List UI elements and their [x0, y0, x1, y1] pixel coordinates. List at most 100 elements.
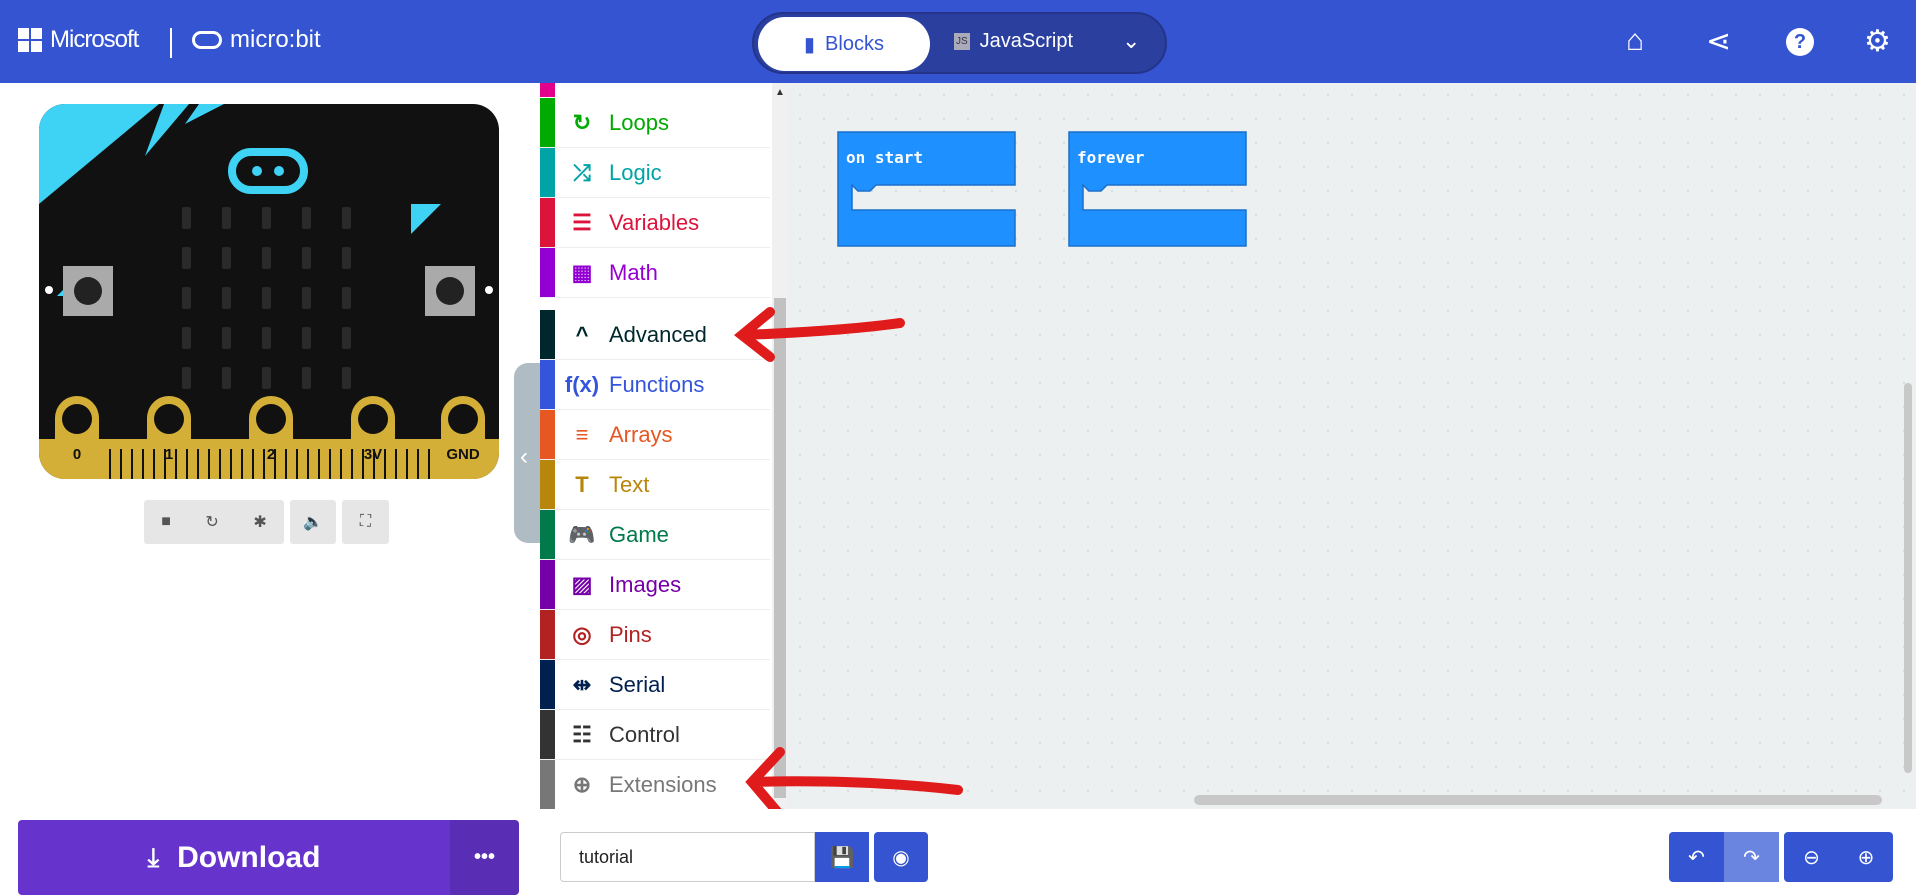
toolbox-category-variables[interactable]: ☰ Variables: [540, 198, 770, 248]
connector-strip: [131, 449, 133, 479]
help-icon[interactable]: ?: [1786, 28, 1814, 56]
scrollbar-thumb[interactable]: [774, 298, 786, 798]
debug-icon[interactable]: ✱: [253, 512, 266, 532]
connector-strip: [351, 449, 353, 479]
category-label: Variables: [609, 209, 700, 235]
toolbox-category-control[interactable]: ☷ Control: [540, 710, 770, 760]
led: [262, 287, 271, 309]
toolbox-category-math[interactable]: ▦ Math: [540, 248, 770, 298]
text-icon: T: [575, 471, 589, 497]
category-label: Text: [609, 471, 650, 497]
logic-icon: ⤮: [573, 159, 591, 185]
category-label: Images: [609, 571, 682, 597]
tab-javascript[interactable]: JS JavaScript: [954, 30, 1073, 53]
microsoft-logo[interactable]: Microsoft: [18, 26, 139, 54]
restart-icon[interactable]: ↻: [205, 512, 218, 532]
pin-hole: [62, 404, 92, 434]
connector-strip: [406, 449, 408, 479]
pin-0[interactable]: 0: [55, 396, 99, 479]
zoom-out-icon: ⊖: [1803, 846, 1820, 869]
tab-blocks[interactable]: ▮ Blocks: [758, 17, 930, 71]
toolbox: ↻ Loops ⤮ Logic ☰ Variables ▦ Math ^ Advanced f(x)…: [540, 83, 788, 810]
redo-button[interactable]: ↷: [1724, 832, 1779, 882]
pin-label: GND: [446, 446, 480, 463]
led: [302, 247, 311, 269]
pin-hole: [358, 404, 388, 434]
share-icon[interactable]: ⋖: [1706, 24, 1731, 59]
category-label: Control: [609, 721, 680, 747]
chevron-down-icon[interactable]: ⌄: [1122, 28, 1140, 54]
category-color-bar: [540, 148, 555, 197]
forever-block[interactable]: forever: [1067, 130, 1248, 248]
toolbox-category-game[interactable]: 🎮 Game: [540, 510, 770, 560]
category-label: Serial: [609, 671, 666, 697]
connector-strip: [274, 449, 276, 479]
game-icon: 🎮: [568, 521, 596, 547]
connector-strip: [296, 449, 298, 479]
toolbox-scrollbar[interactable]: ▲: [772, 83, 788, 809]
led: [222, 367, 231, 389]
toolbox-category-functions[interactable]: f(x) Functions: [540, 360, 770, 410]
fullscreen-button[interactable]: ⛶: [342, 500, 389, 544]
zoom-in-button[interactable]: ⊕: [1839, 832, 1893, 882]
settings-icon[interactable]: ⚙: [1864, 24, 1891, 59]
category-color-bar: [540, 248, 555, 297]
connector-strip: [395, 449, 397, 479]
scroll-up-icon[interactable]: ▲: [775, 87, 785, 98]
connector-strip: [175, 449, 177, 479]
connector-strip: [417, 449, 419, 479]
extensions-icon: ⊕: [572, 771, 592, 797]
category-label: Extensions: [609, 771, 717, 797]
led: [262, 247, 271, 269]
pin-hole: [448, 404, 478, 434]
toolbox-category-text[interactable]: T Text: [540, 460, 770, 510]
horizontal-scrollbar[interactable]: [1194, 795, 1882, 805]
math-icon: ▦: [571, 259, 593, 285]
project-name-input[interactable]: tutorial: [560, 832, 815, 882]
toolbox-category-pins[interactable]: ◎ Pins: [540, 610, 770, 660]
connector-strip: [307, 449, 309, 479]
toolbox-category-images[interactable]: ▨ Images: [540, 560, 770, 610]
connector-strip: [263, 449, 265, 479]
mute-button[interactable]: 🔈: [290, 500, 336, 544]
toolbox-category-arrays[interactable]: ≡ Arrays: [540, 410, 770, 460]
microbit-board[interactable]: A B 0123VGND: [39, 104, 499, 479]
more-button[interactable]: •••: [450, 820, 519, 895]
microbit-icon: [192, 31, 222, 49]
vertical-scrollbar[interactable]: [1904, 383, 1912, 773]
connector-strip: [186, 449, 188, 479]
category-label: Arrays: [609, 421, 673, 447]
led: [342, 287, 351, 309]
led: [262, 207, 271, 229]
category-color-bar: [540, 660, 555, 709]
undo-button[interactable]: ↶: [1669, 832, 1724, 882]
connector-strip: [340, 449, 342, 479]
home-icon[interactable]: ⌂: [1626, 24, 1644, 58]
microbit-logo[interactable]: micro:bit: [192, 26, 321, 54]
github-button[interactable]: ◉: [874, 832, 928, 882]
connector-strip: [120, 449, 122, 479]
category-color-bar: [540, 560, 555, 609]
button-b-label: B: [452, 207, 462, 222]
category-color-bar: [540, 710, 555, 759]
led: [222, 287, 231, 309]
toolbox-category-loops[interactable]: ↻ Loops: [540, 98, 770, 148]
zoom-out-button[interactable]: ⊖: [1784, 832, 1839, 882]
stop-icon[interactable]: ■: [161, 513, 171, 531]
category-label: Math: [609, 259, 658, 285]
advanced-icon: ^: [575, 321, 589, 347]
category-color-bar: [540, 410, 555, 459]
download-button[interactable]: ⤓ Download: [18, 820, 450, 895]
toolbox-category-advanced[interactable]: ^ Advanced: [540, 310, 770, 360]
save-button[interactable]: 💾: [815, 832, 869, 882]
on-start-block[interactable]: on start: [836, 130, 1017, 248]
toolbox-category-extensions[interactable]: ⊕ Extensions: [540, 760, 770, 810]
fullscreen-icon: ⛶: [359, 513, 372, 530]
bottom-bar: ⤓ Download ••• tutorial 💾 ◉ ↶ ↷ ⊖ ⊕: [0, 809, 1916, 896]
blocks-workspace[interactable]: on start forever: [788, 83, 1916, 809]
led: [342, 247, 351, 269]
github-icon: ◉: [892, 846, 910, 869]
toolbox-category-logic[interactable]: ⤮ Logic: [540, 148, 770, 198]
toolbox-category-serial[interactable]: ⇹ Serial: [540, 660, 770, 710]
pin-gnd[interactable]: GND: [441, 396, 485, 479]
